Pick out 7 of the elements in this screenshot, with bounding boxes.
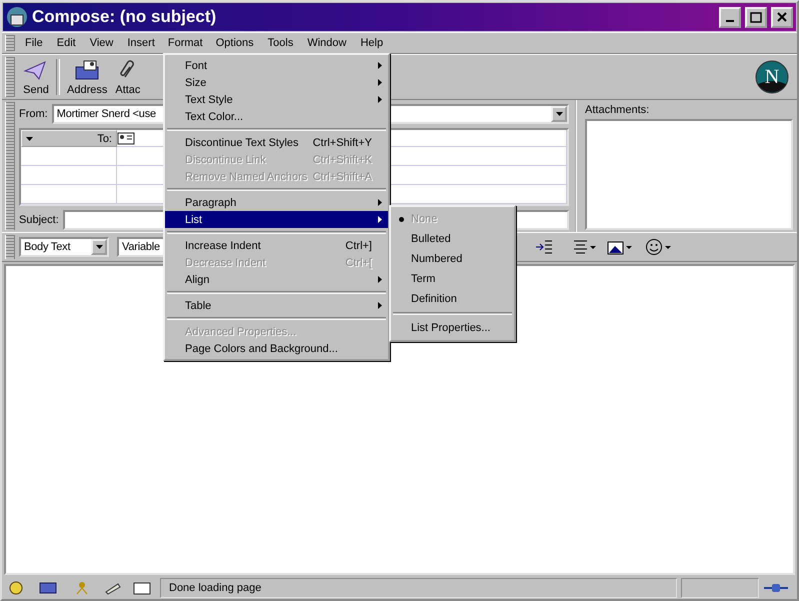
subject-label: Subject: [19,214,59,226]
from-label: From: [19,108,48,120]
status-text: Done loading page [160,578,677,598]
logo-icon: N [755,60,789,94]
to-label: To: [97,132,112,144]
attachments-label: Attachments: [585,104,650,116]
window-title: Compose: (no subject) [32,7,218,27]
